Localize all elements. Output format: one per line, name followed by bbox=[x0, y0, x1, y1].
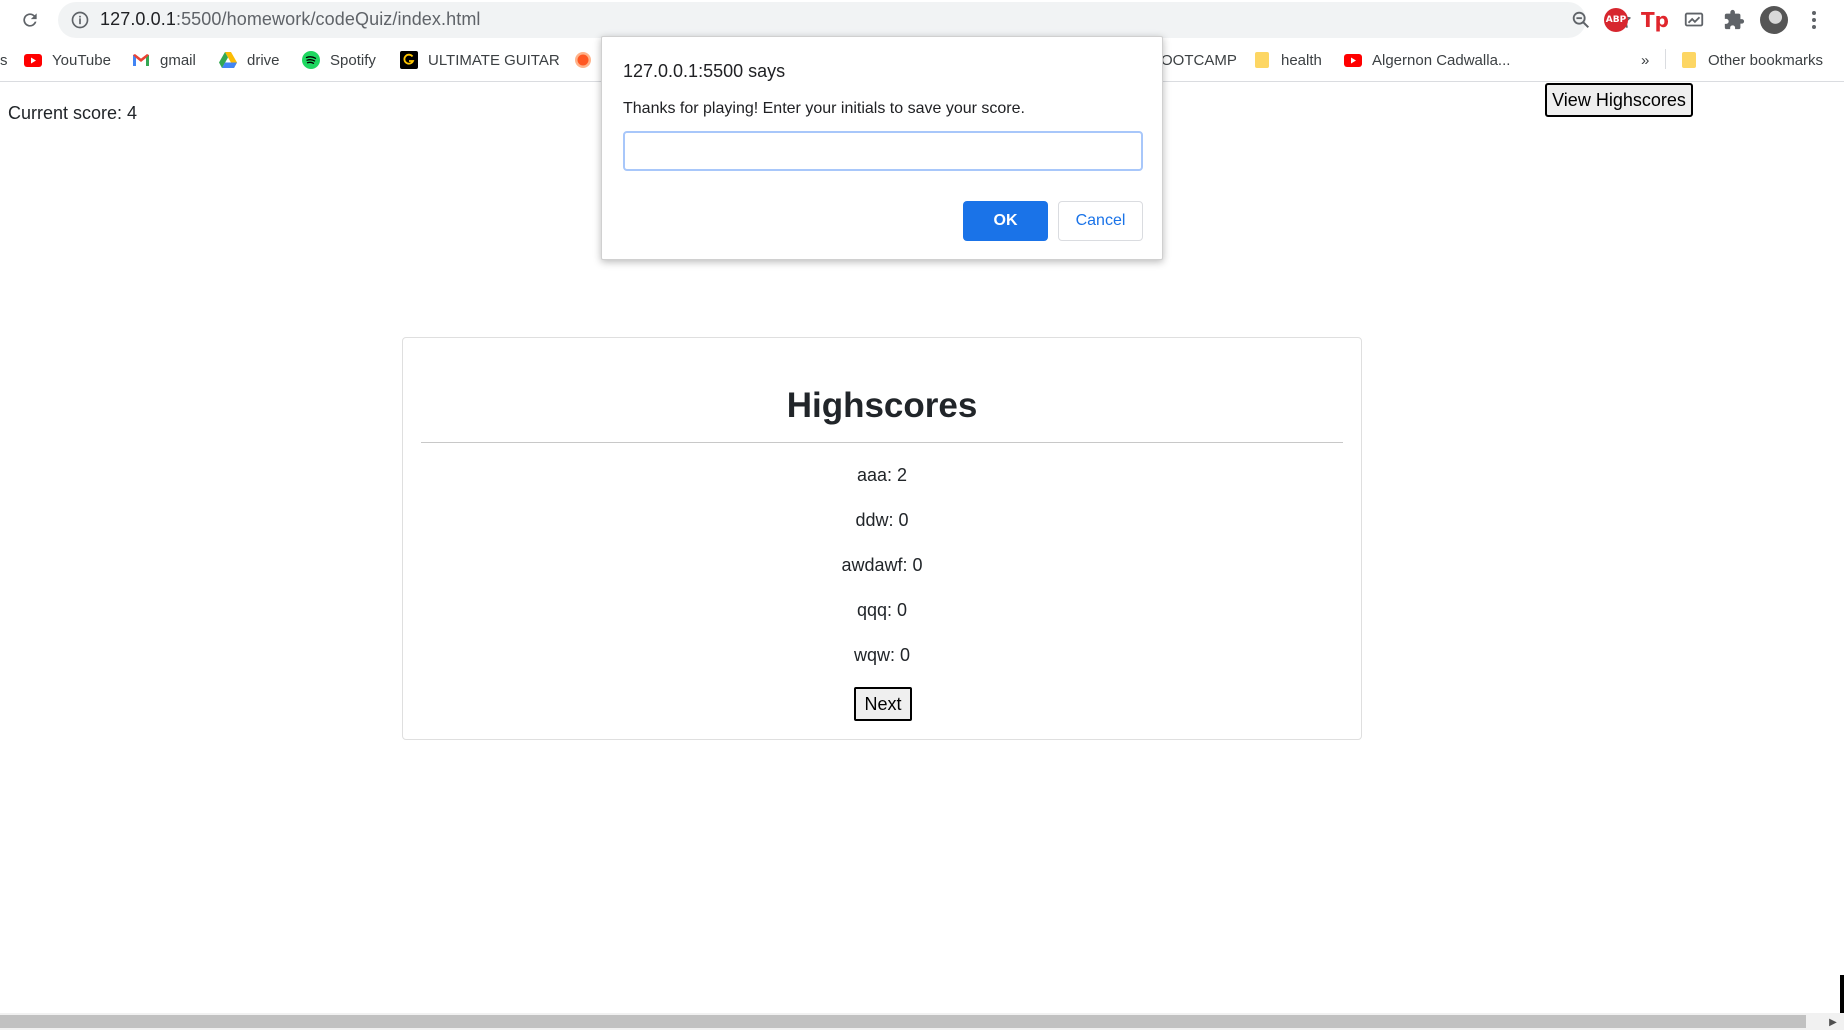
spotify-icon bbox=[302, 51, 320, 69]
cancel-button[interactable]: Cancel bbox=[1058, 201, 1143, 241]
highscores-list: aaa: 2 ddw: 0 awdawf: 0 qqq: 0 wqw: 0 bbox=[403, 464, 1361, 689]
youtube-icon bbox=[24, 51, 42, 69]
adblock-plus-icon[interactable]: ABP bbox=[1602, 6, 1630, 34]
more-menu-icon[interactable] bbox=[1800, 6, 1828, 34]
highscore-entry: ddw: 0 bbox=[855, 510, 909, 530]
cast-icon[interactable] bbox=[1680, 6, 1708, 34]
browser-toolbar: 127.0.0.1:5500/homework/codeQuiz/index.h… bbox=[0, 0, 1844, 40]
bookmark-label: OOTCAMP bbox=[1161, 51, 1237, 69]
bookmark-partial[interactable]: s bbox=[0, 49, 8, 71]
bookmark-label: ULTIMATE GUITAR bbox=[428, 51, 560, 69]
bookmark-bootcamp-partial[interactable]: OOTCAMP bbox=[1161, 49, 1237, 71]
bookmark-label: YouTube bbox=[52, 51, 111, 69]
bookmark-drive[interactable]: drive bbox=[219, 49, 280, 71]
extensions-puzzle-icon[interactable] bbox=[1720, 6, 1748, 34]
bookmark-unlabeled[interactable] bbox=[574, 49, 592, 71]
bookmarks-overflow-chevron[interactable]: » bbox=[1641, 49, 1649, 71]
highscore-entry: wqw: 0 bbox=[853, 645, 911, 665]
site-info-icon[interactable] bbox=[70, 10, 90, 30]
highscore-entry: qqq: 0 bbox=[856, 600, 908, 620]
ok-button[interactable]: OK bbox=[963, 201, 1048, 241]
bookmark-label: Algernon Cadwalla... bbox=[1372, 51, 1511, 69]
orange-circle-icon bbox=[574, 51, 592, 69]
bookmarks-divider bbox=[1665, 49, 1666, 69]
scrollbar-thumb[interactable] bbox=[0, 1015, 1806, 1028]
current-score: Current score: 4 bbox=[8, 103, 138, 123]
prompt-dialog: 127.0.0.1:5500 says Thanks for playing! … bbox=[601, 36, 1163, 260]
highscore-entry: awdawf: 0 bbox=[841, 555, 923, 575]
google-drive-icon bbox=[219, 51, 237, 69]
url-path: :5500/homework/codeQuiz/index.html bbox=[175, 9, 481, 29]
view-highscores-button[interactable]: View Highscores bbox=[1545, 83, 1693, 117]
bookmark-gmail[interactable]: gmail bbox=[132, 49, 196, 71]
title-divider bbox=[421, 442, 1343, 443]
bookmark-label: Other bookmarks bbox=[1708, 51, 1824, 69]
gmail-icon bbox=[132, 51, 150, 69]
bookmark-health[interactable]: health bbox=[1253, 49, 1322, 71]
bookmark-label: health bbox=[1281, 51, 1322, 69]
ultimate-guitar-icon bbox=[400, 51, 418, 69]
bookmark-label: s bbox=[0, 51, 8, 69]
bookmark-algernon[interactable]: Algernon Cadwalla... bbox=[1344, 49, 1510, 71]
youtube-icon bbox=[1344, 51, 1362, 69]
url-text: 127.0.0.1:5500/homework/codeQuiz/index.h… bbox=[100, 9, 481, 30]
zoom-icon[interactable] bbox=[1570, 9, 1592, 31]
highscores-card: Highscores aaa: 2 ddw: 0 awdawf: 0 qqq: … bbox=[402, 337, 1362, 740]
profile-avatar[interactable] bbox=[1760, 6, 1788, 34]
next-button[interactable]: Next bbox=[854, 687, 912, 721]
reload-icon[interactable] bbox=[16, 6, 44, 34]
bookmark-ultimate-guitar[interactable]: ULTIMATE GUITAR bbox=[400, 49, 560, 71]
address-bar[interactable]: 127.0.0.1:5500/homework/codeQuiz/index.h… bbox=[58, 2, 1631, 38]
dialog-message: Thanks for playing! Enter your initials … bbox=[623, 100, 1025, 117]
bookmark-label: Spotify bbox=[330, 51, 376, 69]
initials-input[interactable] bbox=[623, 131, 1143, 171]
highscores-title: Highscores bbox=[786, 386, 978, 425]
highscore-entry: aaa: 2 bbox=[856, 465, 908, 485]
scroll-right-arrow-icon[interactable]: ▶ bbox=[1827, 1016, 1839, 1028]
bookmark-label: drive bbox=[247, 51, 280, 69]
bookmark-spotify[interactable]: Spotify bbox=[302, 49, 376, 71]
horizontal-scrollbar[interactable]: ▶ bbox=[0, 1013, 1844, 1030]
window-edge bbox=[1840, 975, 1844, 1013]
bookmark-youtube[interactable]: YouTube bbox=[24, 49, 111, 71]
tp-extension-icon[interactable]: Tp bbox=[1641, 6, 1669, 34]
bookmark-other[interactable]: Other bookmarks bbox=[1680, 49, 1823, 71]
dialog-title: 127.0.0.1:5500 says bbox=[623, 61, 786, 81]
url-host: 127.0.0.1 bbox=[100, 9, 176, 29]
folder-icon bbox=[1253, 51, 1271, 69]
folder-icon bbox=[1680, 51, 1698, 69]
bookmark-label: gmail bbox=[160, 51, 196, 69]
chevron-double-right-icon: » bbox=[1641, 51, 1650, 69]
